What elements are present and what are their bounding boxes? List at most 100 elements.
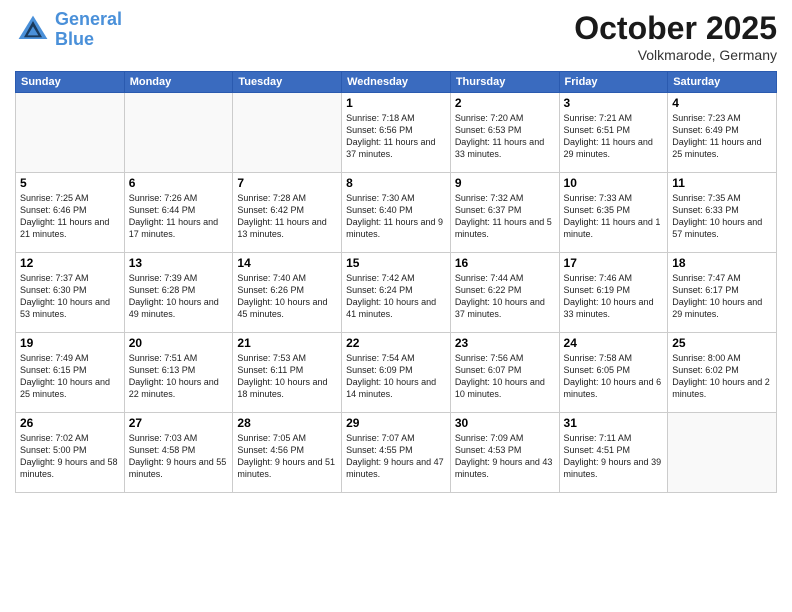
week-row-3: 12 Sunrise: 7:37 AM Sunset: 6:30 PM Dayli…	[16, 253, 777, 333]
day-number: 10	[564, 176, 664, 190]
day-cell: 12 Sunrise: 7:37 AM Sunset: 6:30 PM Dayli…	[16, 253, 125, 333]
day-cell: 4Sunrise: 7:23 AM Sunset: 6:49 PM Daylig…	[668, 93, 777, 173]
day-cell: 6 Sunrise: 7:26 AM Sunset: 6:44 PM Daylig…	[124, 173, 233, 253]
day-number: 18	[672, 256, 772, 270]
day-cell: 14 Sunrise: 7:40 AM Sunset: 6:26 PM Dayli…	[233, 253, 342, 333]
day-number: 7	[237, 176, 337, 190]
title-block: October 2025 Volkmarode, Germany	[574, 10, 777, 63]
day-number: 5	[20, 176, 120, 190]
day-info: Sunrise: 7:46 AM Sunset: 6:19 PM Dayligh…	[564, 272, 664, 321]
month-title: October 2025	[574, 10, 777, 47]
th-sunday: Sunday	[16, 72, 125, 93]
day-cell: 22 Sunrise: 7:54 AM Sunset: 6:09 PM Dayli…	[342, 333, 451, 413]
location: Volkmarode, Germany	[574, 47, 777, 63]
day-number: 26	[20, 416, 120, 430]
day-number: 15	[346, 256, 446, 270]
day-number: 31	[564, 416, 664, 430]
day-cell: 21 Sunrise: 7:53 AM Sunset: 6:11 PM Dayli…	[233, 333, 342, 413]
day-cell: 25Sunrise: 8:00 AM Sunset: 6:02 PM Dayli…	[668, 333, 777, 413]
day-cell: 29 Sunrise: 7:07 AM Sunset: 4:55 PM Dayli…	[342, 413, 451, 493]
day-info: Sunrise: 7:03 AM Sunset: 4:58 PM Dayligh…	[129, 432, 229, 481]
day-info: Sunrise: 7:42 AM Sunset: 6:24 PM Dayligh…	[346, 272, 446, 321]
th-tuesday: Tuesday	[233, 72, 342, 93]
th-thursday: Thursday	[450, 72, 559, 93]
day-number: 19	[20, 336, 120, 350]
day-info: Sunrise: 7:58 AM Sunset: 6:05 PM Dayligh…	[564, 352, 664, 401]
calendar-header-row: Sunday Monday Tuesday Wednesday Thursday…	[16, 72, 777, 93]
day-info: Sunrise: 7:56 AM Sunset: 6:07 PM Dayligh…	[455, 352, 555, 401]
day-cell: 23 Sunrise: 7:56 AM Sunset: 6:07 PM Dayli…	[450, 333, 559, 413]
day-number: 23	[455, 336, 555, 350]
day-cell: 26 Sunrise: 7:02 AM Sunset: 5:00 PM Dayli…	[16, 413, 125, 493]
header: General Blue October 2025 Volkmarode, Ge…	[15, 10, 777, 63]
day-cell: 18Sunrise: 7:47 AM Sunset: 6:17 PM Dayli…	[668, 253, 777, 333]
day-cell: 19 Sunrise: 7:49 AM Sunset: 6:15 PM Dayli…	[16, 333, 125, 413]
day-number: 25	[672, 336, 772, 350]
logo-general: General	[55, 9, 122, 29]
th-wednesday: Wednesday	[342, 72, 451, 93]
day-cell: 3 Sunrise: 7:21 AM Sunset: 6:51 PM Daylig…	[559, 93, 668, 173]
day-info: Sunrise: 7:07 AM Sunset: 4:55 PM Dayligh…	[346, 432, 446, 481]
day-cell: 30 Sunrise: 7:09 AM Sunset: 4:53 PM Dayli…	[450, 413, 559, 493]
day-info: Sunrise: 7:51 AM Sunset: 6:13 PM Dayligh…	[129, 352, 229, 401]
day-number: 24	[564, 336, 664, 350]
day-number: 29	[346, 416, 446, 430]
day-number: 28	[237, 416, 337, 430]
day-number: 9	[455, 176, 555, 190]
day-info: Sunrise: 7:02 AM Sunset: 5:00 PM Dayligh…	[20, 432, 120, 481]
day-info: Sunrise: 7:09 AM Sunset: 4:53 PM Dayligh…	[455, 432, 555, 481]
week-row-1: 1Sunrise: 7:18 AM Sunset: 6:56 PM Daylig…	[16, 93, 777, 173]
day-number: 21	[237, 336, 337, 350]
day-number: 4	[672, 96, 772, 110]
day-cell: 27 Sunrise: 7:03 AM Sunset: 4:58 PM Dayli…	[124, 413, 233, 493]
day-info: Sunrise: 7:11 AM Sunset: 4:51 PM Dayligh…	[564, 432, 664, 481]
calendar-table: Sunday Monday Tuesday Wednesday Thursday…	[15, 71, 777, 493]
day-number: 8	[346, 176, 446, 190]
day-info: Sunrise: 7:44 AM Sunset: 6:22 PM Dayligh…	[455, 272, 555, 321]
day-info: Sunrise: 7:30 AM Sunset: 6:40 PM Dayligh…	[346, 192, 446, 241]
day-info: Sunrise: 7:35 AM Sunset: 6:33 PM Dayligh…	[672, 192, 772, 241]
day-cell: 15 Sunrise: 7:42 AM Sunset: 6:24 PM Dayli…	[342, 253, 451, 333]
week-row-4: 19 Sunrise: 7:49 AM Sunset: 6:15 PM Dayli…	[16, 333, 777, 413]
day-info: Sunrise: 7:49 AM Sunset: 6:15 PM Dayligh…	[20, 352, 120, 401]
day-info: Sunrise: 7:28 AM Sunset: 6:42 PM Dayligh…	[237, 192, 337, 241]
day-number: 6	[129, 176, 229, 190]
logo: General Blue	[15, 10, 122, 50]
day-info: Sunrise: 7:54 AM Sunset: 6:09 PM Dayligh…	[346, 352, 446, 401]
day-cell: 10Sunrise: 7:33 AM Sunset: 6:35 PM Dayli…	[559, 173, 668, 253]
th-friday: Friday	[559, 72, 668, 93]
week-row-2: 5Sunrise: 7:25 AM Sunset: 6:46 PM Daylig…	[16, 173, 777, 253]
day-info: Sunrise: 7:53 AM Sunset: 6:11 PM Dayligh…	[237, 352, 337, 401]
day-number: 3	[564, 96, 664, 110]
day-info: Sunrise: 7:21 AM Sunset: 6:51 PM Dayligh…	[564, 112, 664, 161]
day-cell	[233, 93, 342, 173]
week-row-5: 26 Sunrise: 7:02 AM Sunset: 5:00 PM Dayli…	[16, 413, 777, 493]
day-cell	[124, 93, 233, 173]
day-cell: 20 Sunrise: 7:51 AM Sunset: 6:13 PM Dayli…	[124, 333, 233, 413]
day-cell: 2 Sunrise: 7:20 AM Sunset: 6:53 PM Daylig…	[450, 93, 559, 173]
day-cell: 5Sunrise: 7:25 AM Sunset: 6:46 PM Daylig…	[16, 173, 125, 253]
th-monday: Monday	[124, 72, 233, 93]
day-info: Sunrise: 7:18 AM Sunset: 6:56 PM Dayligh…	[346, 112, 446, 161]
day-cell: 1Sunrise: 7:18 AM Sunset: 6:56 PM Daylig…	[342, 93, 451, 173]
day-info: Sunrise: 7:40 AM Sunset: 6:26 PM Dayligh…	[237, 272, 337, 321]
day-number: 13	[129, 256, 229, 270]
day-info: Sunrise: 7:20 AM Sunset: 6:53 PM Dayligh…	[455, 112, 555, 161]
day-number: 14	[237, 256, 337, 270]
day-number: 22	[346, 336, 446, 350]
th-saturday: Saturday	[668, 72, 777, 93]
day-cell	[16, 93, 125, 173]
day-number: 20	[129, 336, 229, 350]
day-cell: 31 Sunrise: 7:11 AM Sunset: 4:51 PM Dayli…	[559, 413, 668, 493]
day-number: 30	[455, 416, 555, 430]
day-number: 27	[129, 416, 229, 430]
day-number: 12	[20, 256, 120, 270]
day-info: Sunrise: 7:26 AM Sunset: 6:44 PM Dayligh…	[129, 192, 229, 241]
day-number: 2	[455, 96, 555, 110]
day-cell: 13Sunrise: 7:39 AM Sunset: 6:28 PM Dayli…	[124, 253, 233, 333]
day-info: Sunrise: 7:32 AM Sunset: 6:37 PM Dayligh…	[455, 192, 555, 241]
day-cell: 7 Sunrise: 7:28 AM Sunset: 6:42 PM Daylig…	[233, 173, 342, 253]
day-info: Sunrise: 7:37 AM Sunset: 6:30 PM Dayligh…	[20, 272, 120, 321]
day-info: Sunrise: 7:05 AM Sunset: 4:56 PM Dayligh…	[237, 432, 337, 481]
day-cell: 8 Sunrise: 7:30 AM Sunset: 6:40 PM Daylig…	[342, 173, 451, 253]
